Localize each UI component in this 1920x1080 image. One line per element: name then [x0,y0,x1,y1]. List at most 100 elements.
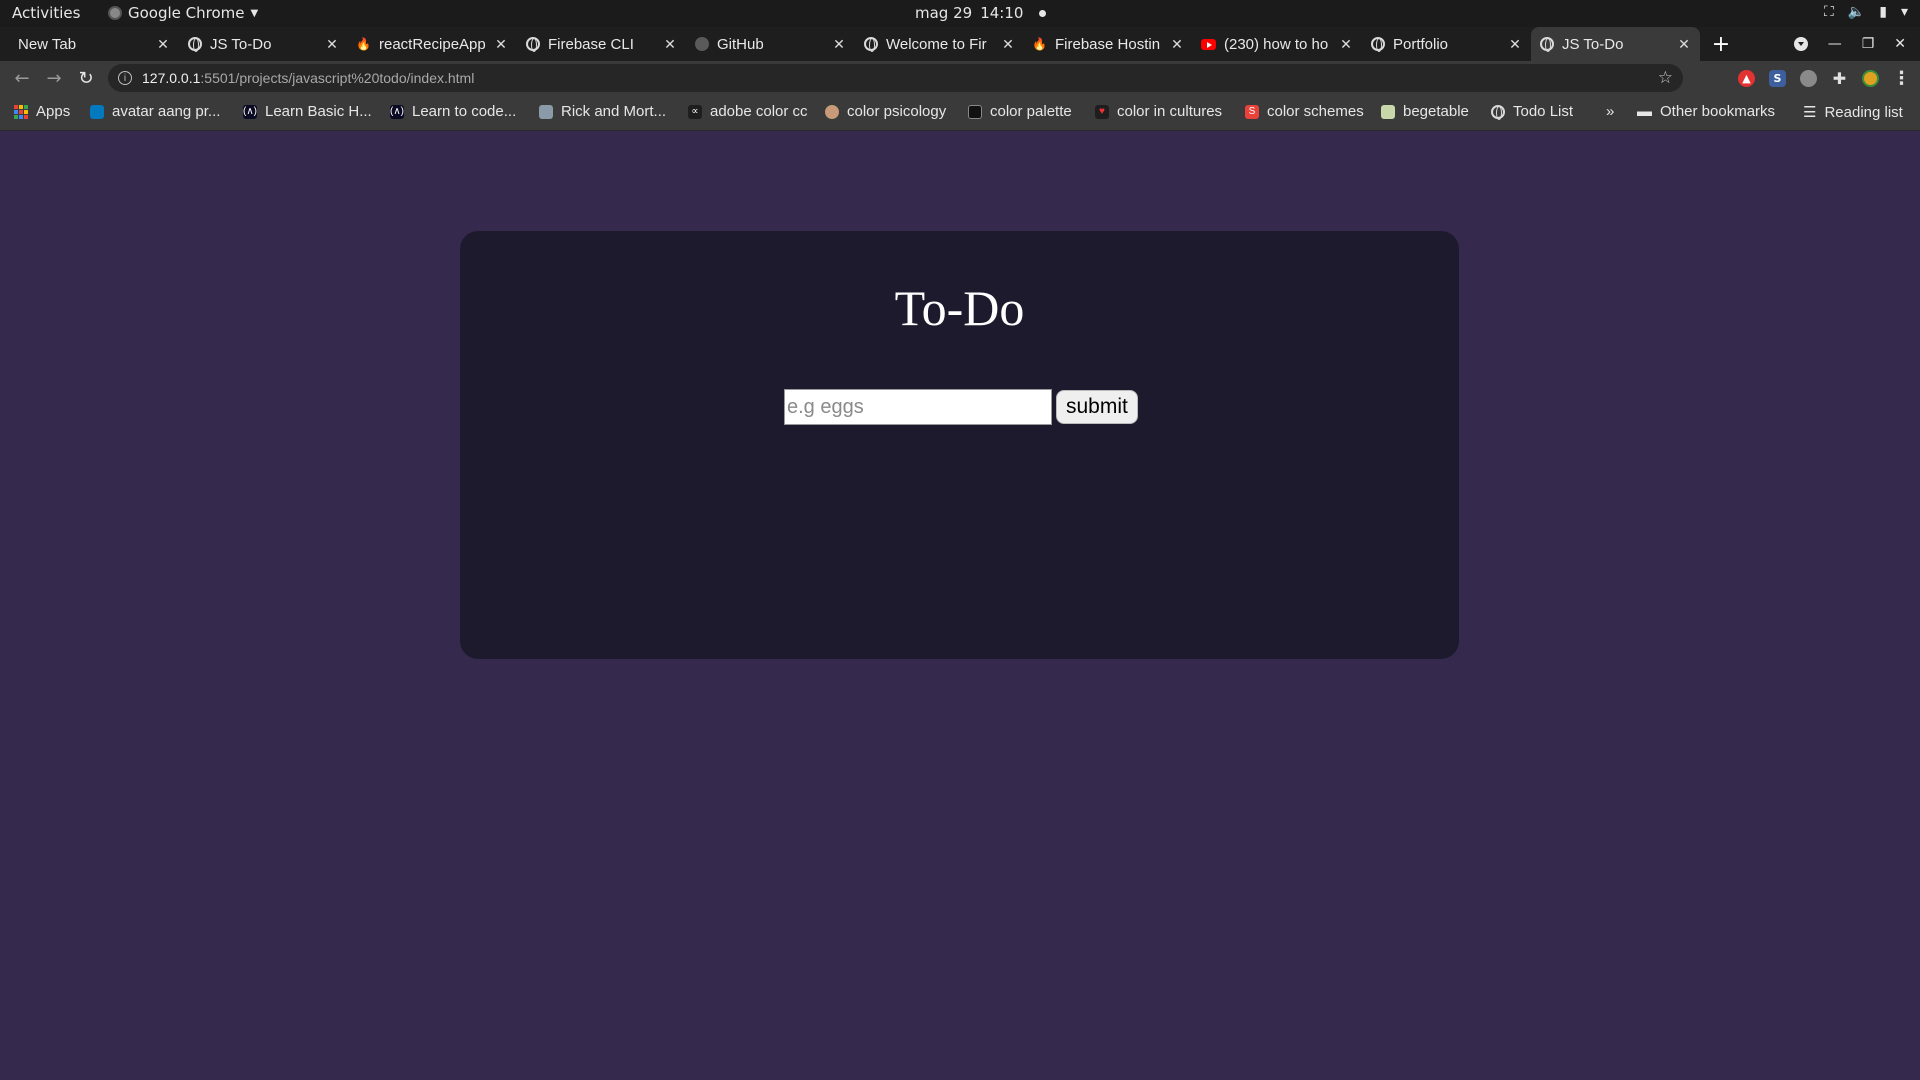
tab-search-icon[interactable] [1793,37,1808,51]
tab-title: GitHub [717,35,764,53]
close-window-icon[interactable]: ✕ [1894,36,1906,52]
close-icon[interactable]: ✕ [662,36,678,53]
window-controls: — ❐ ✕ [1793,27,1906,61]
tab-react-recipe-app[interactable]: 🔥 reactRecipeApp ✕ [348,27,517,61]
s-red-icon: S [1245,104,1259,119]
extension-grey-icon[interactable] [1800,69,1817,87]
extension-s-icon[interactable]: S [1769,69,1786,87]
bookmark-reading-list[interactable]: ☰ Reading list [1803,103,1903,122]
close-icon[interactable]: ✕ [324,36,340,53]
todo-input[interactable] [784,389,1052,425]
address-bar[interactable]: i 127.0.0.1 :5501/projects/javascript%20… [108,64,1683,92]
bookmark-color-schemes[interactable]: S color schemes [1245,103,1364,120]
browser-toolbar: ← → ↻ i 127.0.0.1 :5501/projects/javascr… [0,61,1920,95]
freecodecamp-icon: (∧) [390,104,404,119]
os-top-bar: Activities Google Chrome ▼ mag 29 14:10 … [0,0,1920,27]
tab-youtube[interactable]: (230) how to ho ✕ [1193,27,1362,61]
bookmark-rick-and-morty[interactable]: Rick and Mort... [539,103,666,120]
bookmark-learn-to-code[interactable]: (∧) Learn to code... [390,103,516,120]
todo-form: submit [784,389,1138,425]
folder-icon: ▬ [1637,103,1652,120]
tab-github[interactable]: GitHub ✕ [686,27,855,61]
bookmark-color-in-cultures[interactable]: ♥ color in cultures [1095,103,1222,120]
close-icon[interactable]: ✕ [1507,36,1523,53]
bookmark-apps[interactable]: Apps [14,103,70,120]
new-tab-button[interactable]: + [1710,27,1732,61]
bookmark-label: Learn to code... [412,103,517,120]
close-icon[interactable]: ✕ [1000,36,1016,53]
bookmark-avatar-aang[interactable]: avatar aang pr... [90,103,220,120]
chevron-double-right-icon: » [1606,103,1615,120]
site-info-icon[interactable]: i [118,71,132,85]
menu-kebab-icon[interactable]: ⋮ [1893,68,1911,89]
bookmark-star-icon[interactable]: ☆ [1658,68,1673,88]
caret-down-icon: ▼ [250,7,259,19]
globe-icon [1539,37,1554,52]
submit-button[interactable]: submit [1056,390,1138,424]
tab-title: Portfolio [1393,35,1449,53]
bookmark-adobe-color[interactable]: ∝ adobe color cc [688,103,808,120]
tab-welcome-firebase[interactable]: Welcome to Fir ✕ [855,27,1024,61]
site-red-icon: ♥ [1095,104,1109,119]
extension-red-icon[interactable]: ▲ [1738,69,1755,87]
back-arrow-icon[interactable]: ← [6,62,38,94]
tab-title: Firebase CLI [548,35,634,53]
close-icon[interactable]: ✕ [1169,36,1185,53]
restore-icon[interactable]: ❐ [1862,36,1875,52]
minimize-icon[interactable]: — [1828,36,1842,52]
bookmark-label: Reading list [1824,103,1903,121]
globe-icon [1370,37,1385,52]
bookmark-begetable[interactable]: begetable [1381,103,1469,120]
extensions-area: ▲ S ✚ ⋮ [1738,61,1911,95]
bookmark-label: Learn Basic H... [265,103,372,120]
bookmark-label: avatar aang pr... [112,103,221,120]
reading-list-icon: ☰ [1803,104,1817,121]
tab-js-todo[interactable]: JS To-Do ✕ [179,27,348,61]
bookmark-todo-list[interactable]: Todo List [1491,103,1573,120]
bookmarks-overflow-button[interactable]: » [1606,103,1614,120]
extensions-puzzle-icon[interactable]: ✚ [1831,69,1848,88]
bookmark-color-psicology[interactable]: color psicology [825,103,946,120]
bookmark-label: adobe color cc [710,103,808,120]
tab-title: reactRecipeApp [379,35,486,53]
url-host: 127.0.0.1 [142,70,201,86]
tab-new-tab[interactable]: New Tab ✕ [10,27,179,61]
page-viewport: To-Do submit [0,131,1920,1080]
globe-icon [1491,104,1505,120]
forward-arrow-icon[interactable]: → [38,62,70,94]
tab-title: Firebase Hostin [1055,35,1161,53]
tab-firebase-hosting[interactable]: 🔥 Firebase Hostin ✕ [1024,27,1193,61]
close-icon[interactable]: ✕ [155,36,171,53]
reload-icon[interactable]: ↻ [70,62,102,94]
battery-icon: ▮ [1879,4,1887,20]
close-icon[interactable]: ✕ [1338,36,1354,53]
globe-icon [525,37,540,52]
system-tray[interactable]: ⛶ 🔈 ▮ ▾ [1824,4,1908,20]
close-icon[interactable]: ✕ [493,36,509,53]
tab-js-todo-active[interactable]: JS To-Do ✕ [1531,27,1700,61]
close-icon[interactable]: ✕ [831,36,847,53]
close-icon[interactable]: ✕ [1676,36,1692,53]
app-menu[interactable]: Google Chrome ▼ [108,4,258,22]
bookmark-color-palette[interactable]: color palette [968,103,1072,120]
bookmark-learn-basic[interactable]: (∧) Learn Basic H... [243,103,372,120]
profile-avatar[interactable] [1862,69,1879,87]
trello-icon [90,104,104,119]
tab-firebase-cli[interactable]: Firebase CLI ✕ [517,27,686,61]
bookmark-label: color psicology [847,103,947,120]
clock-date: mag 29 [915,4,973,22]
bookmark-label: color in cultures [1117,103,1223,120]
firebase-icon: 🔥 [356,37,371,51]
notification-dot-icon [1039,9,1047,17]
site-icon [968,104,982,119]
clock[interactable]: mag 29 14:10 [915,4,1047,22]
bookmark-other-bookmarks[interactable]: ▬ Other bookmarks [1637,103,1775,120]
bookmarks-bar: Apps avatar aang pr... (∧) Learn Basic H… [0,95,1920,131]
page-title: To-Do [894,280,1025,336]
tab-portfolio[interactable]: Portfolio ✕ [1362,27,1531,61]
tab-title: New Tab [18,35,77,53]
youtube-icon [1201,37,1216,52]
bookmark-label: Rick and Mort... [561,103,667,120]
activities-button[interactable]: Activities [12,4,80,22]
freecodecamp-icon: (∧) [243,104,257,119]
